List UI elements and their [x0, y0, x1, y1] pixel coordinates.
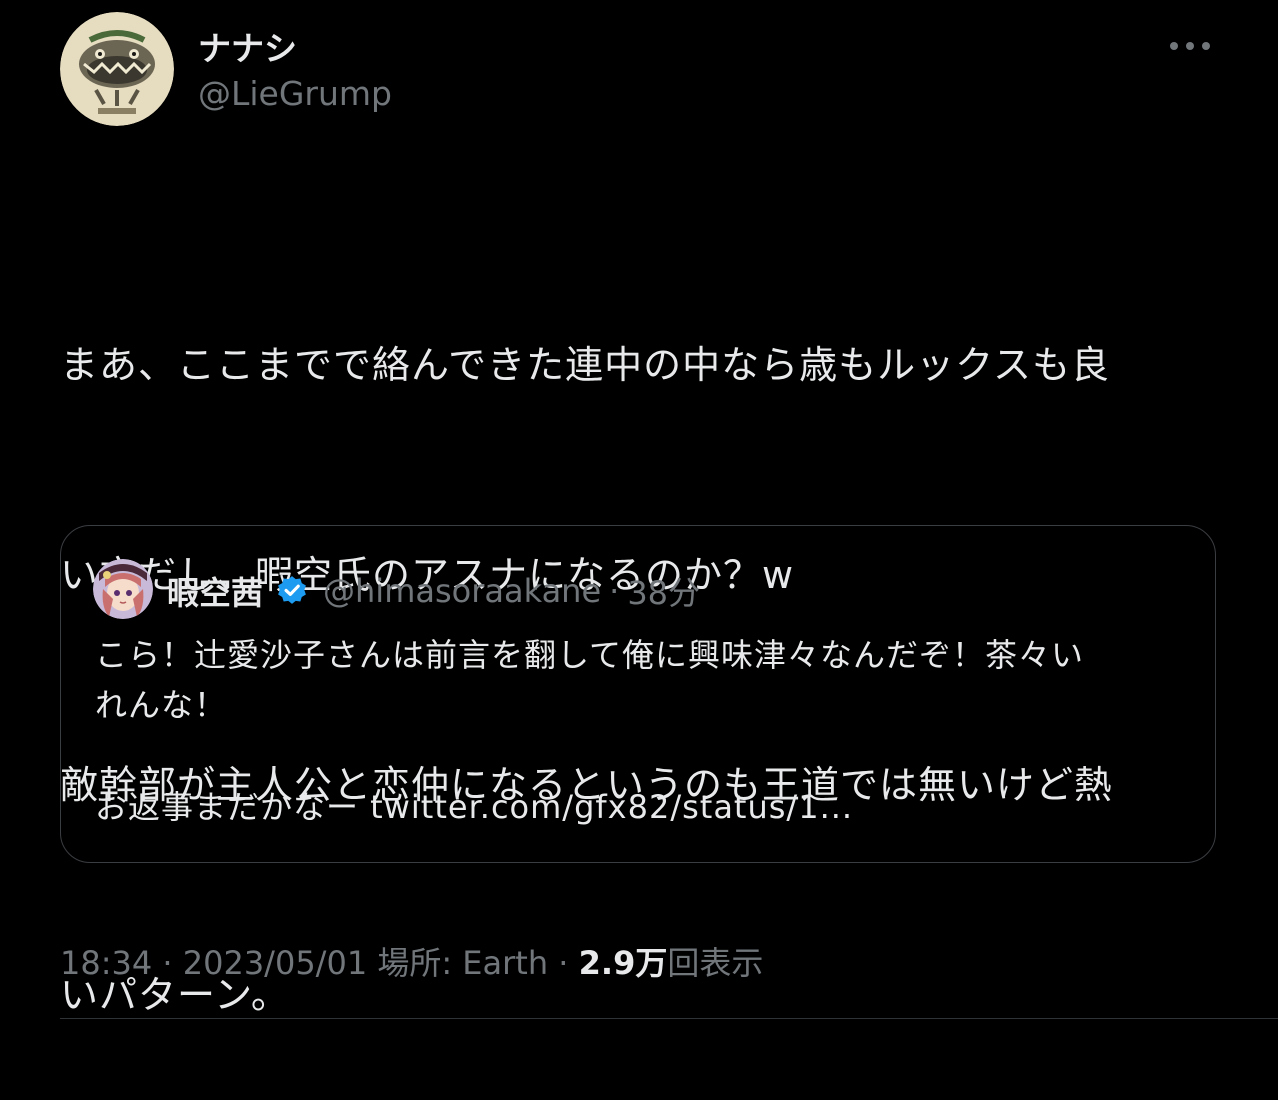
author-display-name[interactable]: ナナシ	[198, 22, 297, 70]
views-label: 回表示	[667, 944, 764, 982]
separator-dot: ·	[558, 944, 569, 982]
tweet-meta: 18:34 · 2023/05/01 場所: Earth · 2.9万回表示	[60, 938, 763, 984]
quoted-tweet-card[interactable]: 暇空茜 @himasoraakane · 38分 こら！辻愛沙子さんは前言を翻し…	[60, 525, 1216, 863]
quoted-author-name[interactable]: 暇空茜	[167, 568, 263, 614]
tweet-date[interactable]: 2023/05/01	[183, 944, 367, 982]
separator-dot: ·	[609, 572, 620, 610]
quoted-tweet-line: れんな！	[95, 686, 228, 724]
verified-badge-icon	[275, 574, 309, 608]
quoted-tweet-body: こら！辻愛沙子さんは前言を翻して俺に興味津々なんだぞ！茶々い れんな！ お返事ま…	[95, 630, 1195, 832]
views-count[interactable]: 2.9万	[579, 944, 668, 982]
quoted-tweet-link-line[interactable]: お返事まだかなー twitter.com/gfx82/status/1...	[95, 782, 1195, 832]
quoted-author-avatar[interactable]	[93, 559, 153, 619]
separator-dot: ·	[162, 944, 173, 982]
tweet-text-line: まあ、ここまでで絡んできた連中の中なら歳もルックスも良	[60, 343, 1110, 387]
anime-character-avatar-icon	[93, 559, 153, 619]
creature-illustration-avatar-icon	[60, 12, 174, 126]
tweet-time[interactable]: 18:34	[60, 944, 152, 982]
quoted-tweet-header: 暇空茜 @himasoraakane · 38分	[167, 568, 700, 614]
tweet-location: 場所: Earth	[377, 944, 549, 982]
more-options-button[interactable]	[1164, 30, 1216, 62]
author-avatar[interactable]	[60, 12, 174, 126]
divider	[60, 1018, 1278, 1019]
quoted-author-handle[interactable]: @himasoraakane	[323, 572, 601, 610]
quoted-tweet-time: 38分	[627, 574, 701, 612]
author-handle[interactable]: @LieGrump	[198, 74, 392, 113]
more-dots-icon	[1170, 42, 1210, 50]
quoted-tweet-line: こら！辻愛沙子さんは前言を翻して俺に興味津々なんだぞ！茶々い	[95, 636, 1085, 674]
